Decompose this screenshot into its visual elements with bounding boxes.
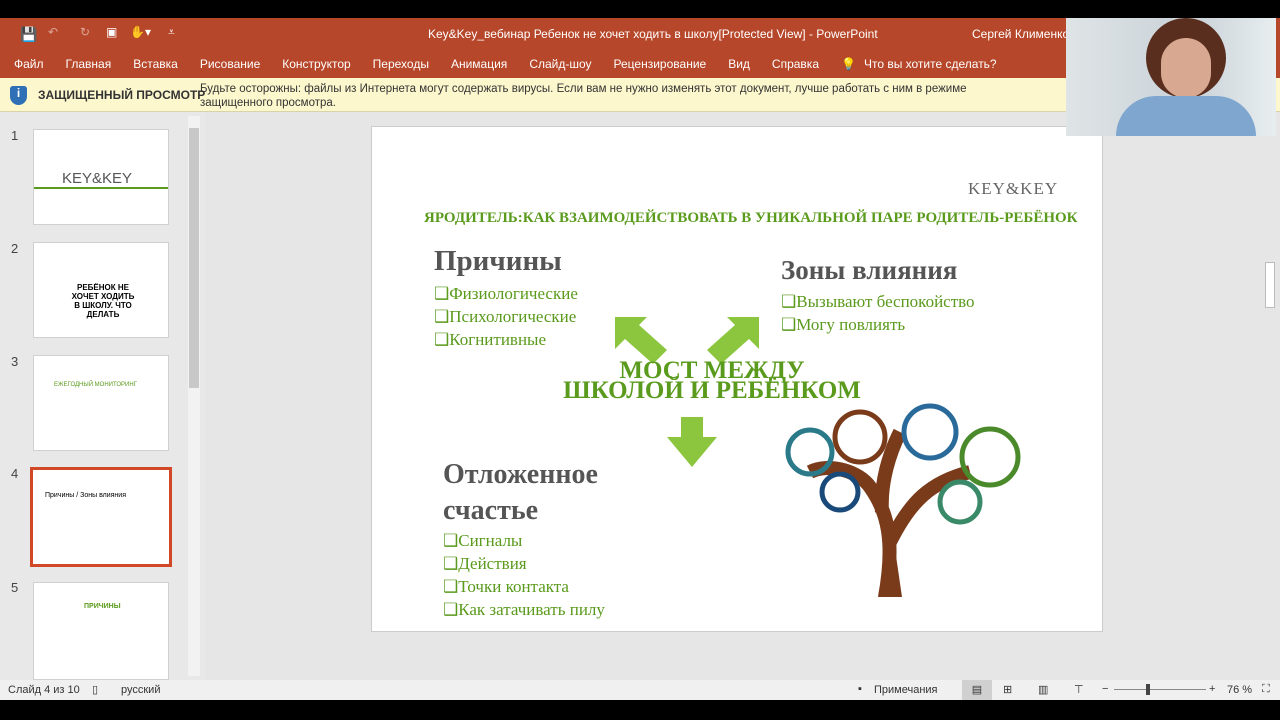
slide-sorter-icon[interactable]: ⊞: [1003, 683, 1012, 696]
thumb-text: Причины / Зоны влияния: [45, 492, 126, 499]
tab-help[interactable]: Справка: [772, 57, 819, 71]
slide-counter: Слайд 4 из 10: [8, 684, 80, 696]
shield-icon: i: [10, 86, 27, 105]
window-title: Key&Key_вебинар Ребенок не хочет ходить …: [428, 27, 878, 41]
tab-animations[interactable]: Анимация: [451, 57, 507, 71]
slide-thumbnail-1[interactable]: KEY&KEY: [33, 129, 169, 225]
tab-home[interactable]: Главная: [66, 57, 112, 71]
list-item: ❑Могу повлиять: [781, 315, 906, 334]
thumb-number: 5: [11, 580, 19, 595]
zoom-level[interactable]: 76 %: [1227, 684, 1252, 696]
tab-file[interactable]: Файл: [14, 57, 44, 71]
zones-list: ❑Вызывают беспокойство ❑Могу повлиять: [781, 290, 975, 336]
tab-draw[interactable]: Рисование: [200, 57, 260, 71]
list-item: ❑Действия: [443, 554, 527, 573]
slide-thumbnails-pane: 1 KEY&KEY 2 РЕБЁНОК НЕ ХОЧЕТ ХОДИТЬ В ШК…: [0, 112, 205, 680]
tab-insert[interactable]: Вставка: [133, 57, 178, 71]
slideshow-icon[interactable]: ▣: [106, 25, 117, 39]
language[interactable]: русский: [121, 684, 160, 696]
causes-title: Причины: [434, 245, 562, 277]
list-item: ❑Психологические: [434, 307, 577, 326]
tab-transitions[interactable]: Переходы: [373, 57, 429, 71]
delayed-title-line: Отложенное: [443, 459, 598, 490]
protected-view-message: Будьте осторожны: файлы из Интернета мог…: [200, 83, 967, 109]
slide-thumbnail-3[interactable]: ЕЖЕГОДНЫЙ МОНИТОРИНГ: [33, 355, 169, 451]
tab-design[interactable]: Конструктор: [282, 57, 350, 71]
slide-thumbnail-4-selected[interactable]: Причины / Зоны влияния: [30, 467, 172, 567]
thumbnails-scrollbar[interactable]: [188, 116, 200, 676]
zones-title: Зоны влияния: [781, 255, 958, 285]
tree-illustration-icon: [785, 403, 1021, 597]
normal-view-icon[interactable]: ▤: [962, 680, 992, 700]
notes-button[interactable]: Примечания: [874, 684, 938, 696]
thumb-text: РЕБЁНОК НЕ ХОЧЕТ ХОДИТЬ В ШКОЛУ. ЧТО ДЕЛ…: [71, 283, 135, 319]
delayed-title: Отложенное счастье: [443, 457, 598, 529]
tab-review[interactable]: Рецензирование: [614, 57, 707, 71]
tab-slideshow[interactable]: Слайд-шоу: [529, 57, 591, 71]
thumb-number: 3: [11, 354, 19, 369]
list-item: ❑Когнитивные: [434, 330, 547, 349]
slide-header: ЯРОДИТЕЛЬ:КАК ВЗАИМОДЕЙСТВОВАТЬ В УНИКАЛ…: [424, 210, 1078, 226]
delayed-list: ❑Сигналы ❑Действия ❑Точки контакта ❑Как …: [443, 529, 605, 621]
thumb-text: ЕЖЕГОДНЫЙ МОНИТОРИНГ: [54, 382, 137, 388]
lightbulb-icon: 💡: [841, 57, 856, 71]
webcam-video: [1066, 18, 1276, 136]
protected-view-label: ЗАЩИЩЕННЫЙ ПРОСМОТР: [38, 88, 206, 102]
causes-list: ❑Физиологические ❑Психологические ❑Когни…: [434, 282, 578, 351]
thumb-number: 4: [11, 466, 19, 481]
tab-view[interactable]: Вид: [728, 57, 750, 71]
zoom-in-button[interactable]: +: [1209, 683, 1215, 695]
slide-canvas[interactable]: KEY&KEY ЯРОДИТЕЛЬ:КАК ВЗАИМОДЕЙСТВОВАТЬ …: [371, 126, 1103, 632]
spellcheck-icon[interactable]: ▯: [92, 683, 98, 696]
zoom-slider-thumb[interactable]: [1146, 684, 1150, 695]
list-item: ❑Точки контакта: [443, 577, 569, 596]
reading-view-icon[interactable]: ▥: [1038, 683, 1048, 696]
thumb-text: KEY&KEY: [62, 170, 133, 187]
zoom-slider[interactable]: [1114, 689, 1206, 690]
slideshow-view-icon[interactable]: ⊤: [1074, 683, 1084, 696]
touch-mode-icon[interactable]: ✋▾: [130, 25, 151, 39]
redo-icon[interactable]: ↻: [80, 25, 90, 39]
customize-toolbar-icon[interactable]: ⩡: [168, 25, 175, 40]
thumb-text: ПРИЧИНЫ: [84, 603, 121, 610]
thumb-number: 2: [11, 241, 19, 256]
editor-scrollbar-thumb[interactable]: [1265, 262, 1275, 308]
undo-icon[interactable]: ↶: [48, 25, 58, 39]
slide-thumbnail-2[interactable]: РЕБЁНОК НЕ ХОЧЕТ ХОДИТЬ В ШКОЛУ. ЧТО ДЕЛ…: [33, 242, 169, 338]
save-icon[interactable]: 💾: [20, 26, 37, 43]
status-bar: Слайд 4 из 10 ▯ русский ▪ Примечания ▤ ⊞…: [0, 680, 1280, 700]
list-item: ❑Как затачивать пилу: [443, 600, 605, 619]
zoom-out-button[interactable]: −: [1102, 683, 1108, 695]
slide-thumbnail-5[interactable]: ПРИЧИНЫ: [33, 582, 169, 680]
user-name[interactable]: Сергей Клименко: [972, 27, 1069, 41]
thumb-number: 1: [11, 128, 19, 143]
list-item: ❑Сигналы: [443, 531, 523, 550]
fit-to-window-icon[interactable]: ⛶: [1262, 683, 1270, 696]
list-item: ❑Вызывают беспокойство: [781, 292, 975, 311]
notes-icon: ▪: [858, 683, 862, 695]
tell-me-input[interactable]: Что вы хотите сделать?: [864, 57, 997, 71]
list-item: ❑Физиологические: [434, 284, 578, 303]
delayed-title-line: счастье: [443, 495, 539, 526]
slide-logo: KEY&KEY: [968, 179, 1059, 198]
